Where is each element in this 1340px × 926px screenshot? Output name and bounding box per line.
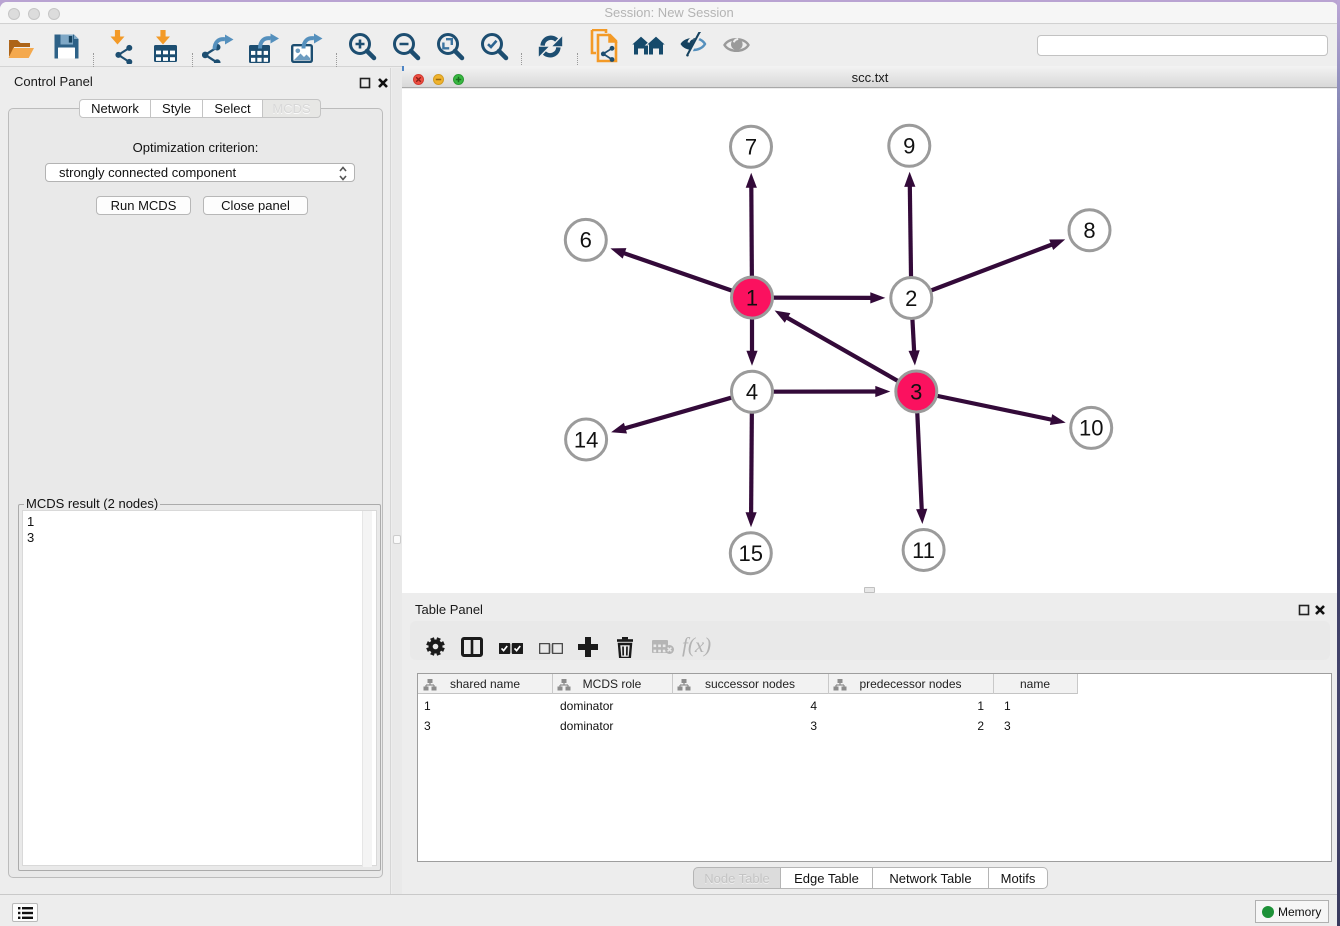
svg-text:1: 1 (746, 285, 758, 310)
svg-text:14: 14 (574, 427, 598, 452)
svg-text:6: 6 (580, 228, 592, 253)
svg-text:3: 3 (910, 379, 922, 404)
svg-text:2: 2 (905, 286, 917, 311)
svg-text:11: 11 (912, 538, 935, 563)
svg-text:9: 9 (903, 134, 915, 159)
svg-text:10: 10 (1079, 416, 1103, 441)
svg-text:4: 4 (746, 380, 758, 405)
svg-text:15: 15 (739, 541, 763, 566)
svg-text:7: 7 (745, 135, 757, 160)
svg-text:f(x): f(x) (682, 635, 711, 657)
svg-text:8: 8 (1083, 218, 1095, 243)
